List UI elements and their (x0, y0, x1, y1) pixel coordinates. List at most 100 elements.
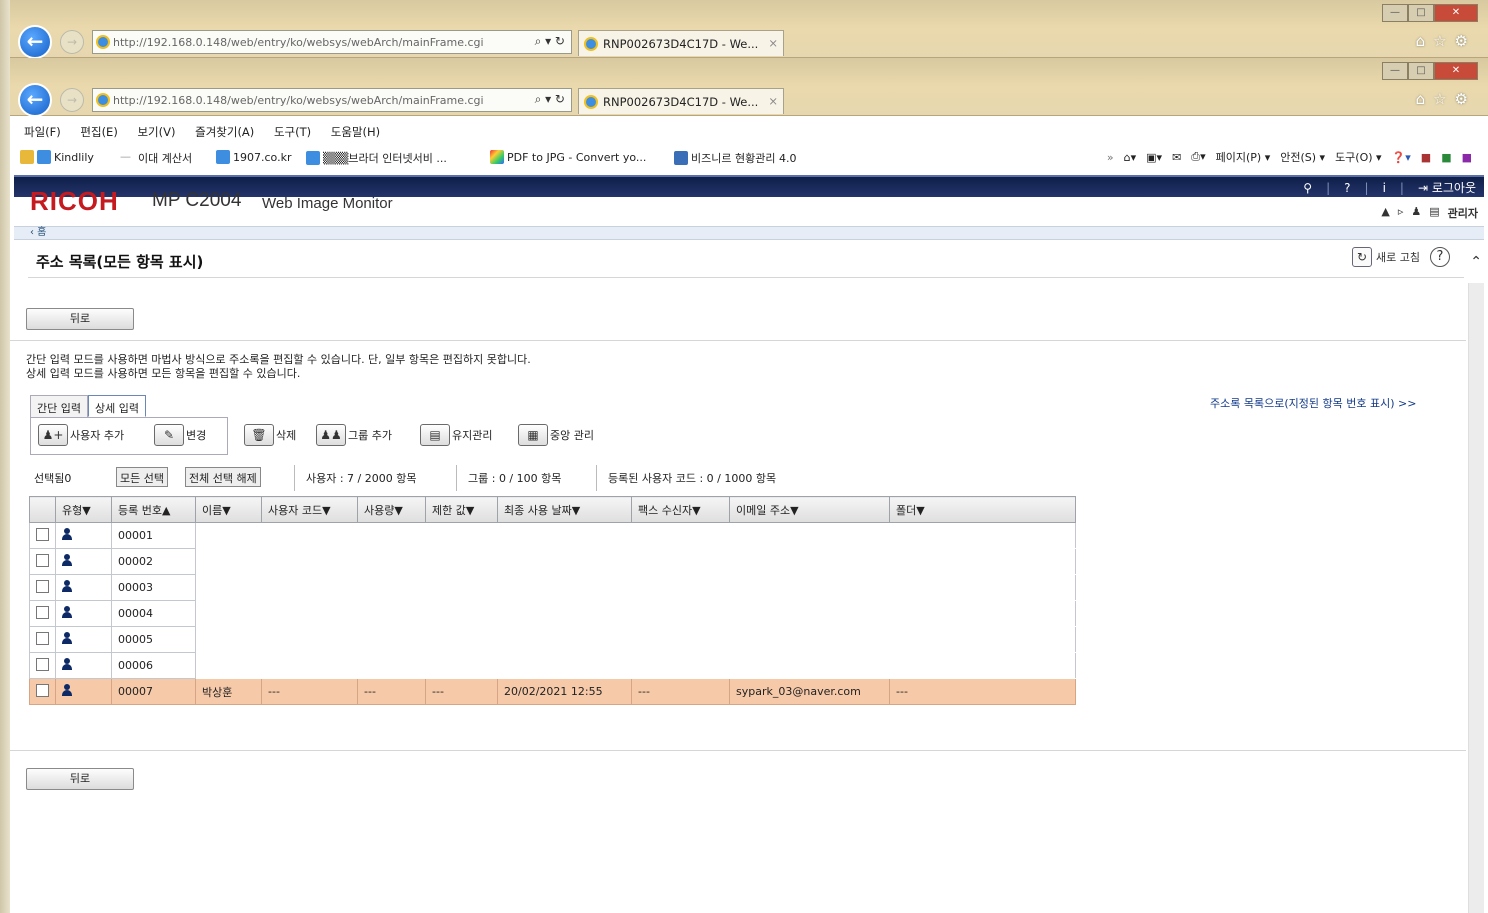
add-user-button[interactable]: ♟+ 사용자 추가 (38, 424, 124, 446)
address-bar[interactable]: http://192.168.0.148/web/entry/ko/websys… (92, 88, 572, 112)
home-page-icon[interactable]: ⌂▾ (1124, 151, 1137, 164)
star-icon[interactable]: ☆ (1433, 90, 1454, 108)
star-icon[interactable]: ☆ (1433, 32, 1454, 50)
command-safety[interactable]: 안전(S) ▾ (1280, 149, 1325, 165)
back-button-bottom[interactable]: 뒤로 (26, 768, 134, 790)
print-icon[interactable]: ⎙▾ (1191, 150, 1205, 164)
menu-help[interactable]: 도움말(H) (331, 125, 380, 139)
table-row[interactable]: 00004 (29, 600, 1076, 627)
address-list-link[interactable]: 주소록 목록으로(지정된 항목 번호 표시) >> (1210, 395, 1416, 411)
favorite-pdf-to-jpg[interactable]: PDF to JPG - Convert yo... (490, 150, 646, 164)
browser-tab[interactable]: RNP002673D4C17D - We... × (578, 30, 784, 56)
col-user-code[interactable]: 사용자 코드▼ (261, 496, 358, 523)
device-icon: ▤ (1429, 205, 1440, 218)
cell-type (55, 652, 112, 679)
gear-icon[interactable]: ⚙ (1455, 32, 1476, 50)
col-limit[interactable]: 제한 값▼ (425, 496, 498, 523)
menu-tools[interactable]: 도구(T) (274, 125, 311, 139)
favorite-kindlily[interactable]: Kindlily (20, 150, 94, 164)
address-bar[interactable]: http://192.168.0.148/web/entry/ko/websys… (92, 30, 572, 54)
row-checkbox[interactable] (36, 527, 49, 541)
address-controls[interactable]: ⌕ ▾ ↻ (535, 34, 565, 49)
table-row[interactable]: 00006 (29, 652, 1076, 679)
back-button-top[interactable]: 뒤로 (26, 308, 134, 330)
row-checkbox[interactable] (36, 657, 49, 671)
menu-file[interactable]: 파일(F) (24, 125, 61, 139)
command-tools[interactable]: 도구(O) ▾ (1335, 149, 1382, 165)
scrollbar[interactable] (1468, 283, 1484, 913)
table-row[interactable]: 00001 (29, 522, 1076, 549)
col-reg-number[interactable]: 등록 번호▲ (111, 496, 196, 523)
help-icon[interactable]: ? (1430, 247, 1450, 267)
edit-button[interactable]: ✎ 변경 (154, 424, 206, 446)
col-last-used[interactable]: 최종 사용 날짜▼ (497, 496, 632, 523)
favorite-internet-service[interactable]: ▒▒▒브라더 인터넷서비 ... (306, 150, 447, 166)
home-breadcrumb[interactable]: ‹ 홈 (14, 226, 1484, 240)
home-icon[interactable]: ⌂ (1416, 32, 1434, 50)
row-checkbox[interactable] (36, 683, 49, 697)
favorites-star-icon (20, 150, 34, 164)
more-favorites-icon[interactable]: » (1107, 151, 1114, 164)
close-window-icon[interactable]: ✕ (1434, 4, 1478, 22)
refresh-button[interactable]: ↻ 새로 고침 ? (1352, 247, 1450, 267)
col-type[interactable]: 유형▼ (55, 496, 112, 523)
menu-favorites[interactable]: 즐겨찾기(A) (195, 125, 254, 139)
minimize-icon[interactable]: — (1382, 62, 1408, 80)
tab-close-icon[interactable]: × (768, 36, 778, 50)
groups-count: 그룹 : 0 / 100 항목 (468, 472, 562, 485)
address-controls[interactable]: ⌕ ▾ ↻ (535, 92, 565, 107)
info-icon[interactable]: i (1383, 181, 1386, 195)
menu-view[interactable]: 보기(V) (137, 125, 175, 139)
maintenance-button[interactable]: ▤ 유지관리 (420, 424, 492, 446)
gear-icon[interactable]: ⚙ (1455, 90, 1476, 108)
logout-button[interactable]: ⇥ 로그아웃 (1418, 179, 1476, 196)
scroll-up-icon[interactable]: ⌃ (1470, 254, 1482, 270)
search-icon[interactable]: ⚲ (1303, 181, 1312, 195)
col-checkbox (29, 496, 56, 523)
col-fax-recipient[interactable]: 팩스 수신자▼ (631, 496, 730, 523)
table-row[interactable]: 00005 (29, 626, 1076, 653)
tab-detail-input[interactable]: 상세 입력 (87, 395, 146, 417)
tab-simple-input[interactable]: 간단 입력 (30, 395, 88, 417)
table-row[interactable]: 00007 박상훈 --- --- --- 20/02/2021 12:55 --- sypa… (29, 678, 1076, 705)
minimize-icon[interactable]: — (1382, 4, 1408, 22)
addon-icon[interactable]: ■ (1421, 151, 1431, 164)
network-icon: ▹ (1397, 205, 1404, 218)
help-question-icon[interactable]: ? (1344, 181, 1350, 195)
favorite-business-status[interactable]: 비즈니르 현황관리 4.0 (674, 150, 796, 166)
browser-titlebar-front: ← → http://192.168.0.148/web/entry/ko/we… (10, 58, 1488, 117)
maximize-icon[interactable]: □ (1408, 62, 1434, 80)
browser-tab[interactable]: RNP002673D4C17D - We... × (578, 88, 784, 114)
home-icon[interactable]: ⌂ (1416, 90, 1434, 108)
table-row[interactable]: 00002 (29, 548, 1076, 575)
table-row[interactable]: 00003 (29, 574, 1076, 601)
central-management-button[interactable]: ▦ 중앙 관리 (518, 424, 594, 446)
feeds-icon[interactable]: ▣▾ (1146, 151, 1162, 164)
col-name[interactable]: 이름▼ (195, 496, 262, 523)
mail-icon[interactable]: ✉ (1172, 151, 1181, 164)
add-group-button[interactable]: ♟♟ 그룹 추가 (316, 424, 392, 446)
col-usage[interactable]: 사용량▼ (357, 496, 426, 523)
col-email[interactable]: 이메일 주소▼ (729, 496, 890, 523)
tab-close-icon[interactable]: × (768, 94, 778, 108)
deselect-all-button[interactable]: 전체 선택 해제 (185, 467, 261, 487)
command-page[interactable]: 페이지(P) ▾ (1216, 149, 1271, 165)
back-arrow-icon[interactable]: ← (18, 83, 52, 117)
row-checkbox[interactable] (36, 579, 49, 593)
favorite-1907[interactable]: 1907.co.kr (216, 150, 291, 164)
maximize-icon[interactable]: □ (1408, 4, 1434, 22)
row-checkbox[interactable] (36, 605, 49, 619)
close-window-icon[interactable]: ✕ (1434, 62, 1478, 80)
favorite-tax[interactable]: 이대 계산서 (138, 150, 192, 166)
col-folder[interactable]: 폴더▼ (889, 496, 1076, 523)
back-arrow-icon[interactable]: ← (18, 25, 52, 59)
menu-edit[interactable]: 편집(E) (80, 125, 117, 139)
row-checkbox[interactable] (36, 631, 49, 645)
addon2-icon[interactable]: ■ (1441, 151, 1451, 164)
cell-type (55, 678, 112, 705)
help-icon[interactable]: ❓▾ (1392, 151, 1411, 164)
row-checkbox[interactable] (36, 553, 49, 567)
delete-button[interactable]: 🗑 삭제 (244, 424, 296, 446)
addon3-icon[interactable]: ■ (1462, 151, 1472, 164)
select-all-button[interactable]: 모든 선택 (116, 467, 168, 487)
